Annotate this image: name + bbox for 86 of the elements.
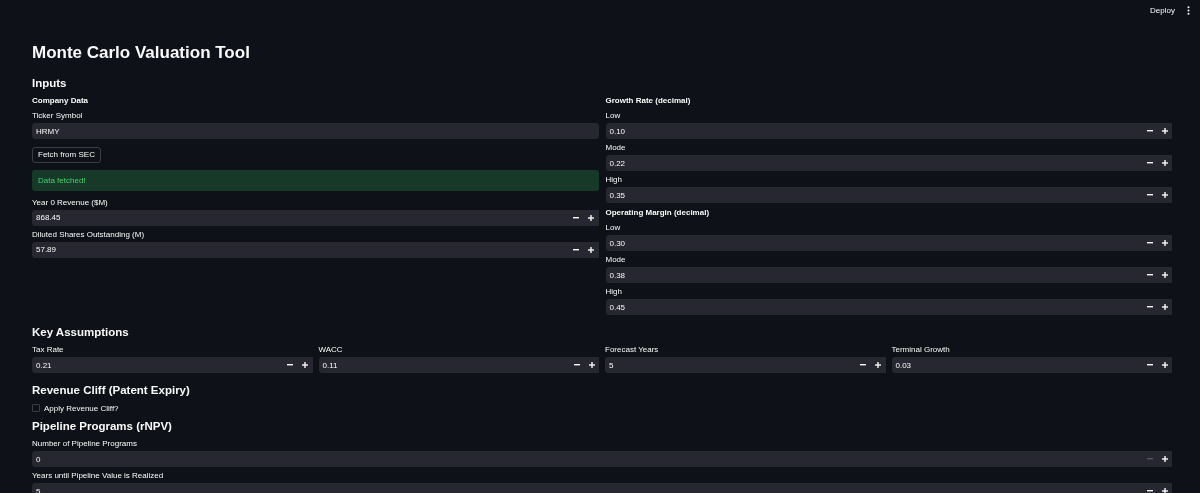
success-alert: Data fetched!	[32, 169, 599, 191]
plus-icon	[1161, 192, 1168, 198]
plus-icon	[875, 362, 881, 368]
input-value: 0.03	[895, 360, 913, 370]
number-input[interactable]: 5	[32, 483, 1172, 493]
input-value: 0.22	[609, 158, 627, 168]
field-label: Ticker Symbol	[32, 111, 84, 120]
field-label: Low	[605, 223, 622, 232]
number-input[interactable]: 0.22	[605, 155, 1172, 171]
page-title: Monte Carlo Valuation Tool	[32, 42, 251, 64]
plus-icon	[1161, 362, 1168, 368]
field-label: Forecast Years	[605, 345, 660, 354]
plus-icon	[588, 214, 594, 221]
plus-icon	[588, 362, 595, 368]
number-input[interactable]: 57.89	[32, 241, 599, 258]
section-heading: Pipeline Programs (rNPV)	[32, 419, 173, 434]
input-value: 57.89	[36, 245, 58, 254]
field-label: Tax Rate	[32, 345, 65, 354]
field-label: High	[605, 287, 623, 296]
field-label: Mode	[605, 143, 627, 152]
number-input[interactable]: 0.03	[891, 357, 1172, 373]
plus-icon	[1161, 456, 1168, 462]
minus-icon	[1146, 162, 1153, 164]
input-value: 0.35	[609, 190, 627, 200]
field-label: Years until Pipeline Value is Realized	[32, 471, 165, 480]
input-value: 0.38	[609, 270, 627, 280]
plus-icon	[588, 246, 594, 253]
minus-icon	[1146, 458, 1153, 460]
input-value: 0.10	[609, 126, 627, 136]
minus-icon	[1146, 364, 1153, 366]
minus-icon	[1146, 130, 1153, 132]
section-heading: Inputs	[32, 76, 68, 91]
input-value: 0	[36, 454, 42, 464]
input-value: 5	[36, 486, 42, 493]
number-input[interactable]: 0	[32, 451, 1172, 467]
minus-icon	[573, 216, 579, 219]
minus-icon	[573, 248, 579, 251]
input-value: 868.45	[36, 213, 62, 222]
field-label: Terminal Growth	[891, 345, 951, 354]
input-value: 0.45	[609, 302, 627, 312]
field-label: High	[605, 175, 623, 184]
checkbox[interactable]	[32, 404, 40, 412]
field-label: Number of Pipeline Programs	[32, 439, 138, 448]
fetch-button[interactable]: Fetch from SEC	[32, 146, 101, 163]
input-value: 0.21	[36, 360, 53, 370]
input-value: 0.30	[609, 238, 627, 248]
text-input[interactable]: HRMY	[32, 123, 599, 139]
more-options-icon[interactable]	[1187, 5, 1190, 15]
subsection-heading: Operating Margin (decimal)	[605, 207, 711, 219]
number-input[interactable]: 0.11	[318, 357, 599, 373]
minus-icon	[573, 364, 580, 366]
plus-icon	[1161, 128, 1168, 134]
field-label: Diluted Shares Outstanding (M)	[32, 229, 146, 239]
minus-icon	[1146, 306, 1153, 308]
minus-icon	[1146, 242, 1153, 244]
plus-icon	[1161, 240, 1168, 246]
field-label: WACC	[318, 345, 344, 354]
plus-icon	[1161, 160, 1168, 166]
subsection-heading: Company Data	[32, 95, 89, 107]
number-input[interactable]: 0.45	[605, 299, 1172, 315]
field-label: Low	[605, 111, 622, 120]
section-heading: Key Assumptions	[32, 325, 130, 340]
subsection-heading: Growth Rate (decimal)	[605, 95, 692, 107]
number-input[interactable]: 0.35	[605, 187, 1172, 203]
field-label: Year 0 Revenue ($M)	[32, 197, 109, 207]
minus-icon	[860, 364, 866, 366]
input-value: 0.11	[322, 360, 339, 370]
minus-icon	[1146, 490, 1153, 492]
plus-icon	[1161, 272, 1168, 278]
plus-icon	[302, 362, 308, 368]
field-label: Mode	[605, 255, 627, 264]
input-value: 5	[609, 360, 615, 370]
number-input[interactable]: 0.21	[32, 357, 313, 373]
minus-icon	[287, 364, 293, 366]
plus-icon	[1161, 304, 1168, 310]
number-input[interactable]: 0.30	[605, 235, 1172, 251]
number-input[interactable]: 0.38	[605, 267, 1172, 283]
minus-icon	[1146, 274, 1153, 276]
number-input[interactable]: 0.10	[605, 123, 1172, 139]
minus-icon	[1146, 194, 1153, 196]
checkbox-label: Apply Revenue Cliff?	[44, 403, 119, 413]
number-input[interactable]: 868.45	[32, 209, 599, 226]
deploy-button[interactable]: Deploy	[1150, 5, 1175, 15]
plus-icon	[1161, 488, 1168, 493]
number-input[interactable]: 5	[605, 357, 886, 373]
section-heading: Revenue Cliff (Patent Expiry)	[32, 383, 191, 398]
